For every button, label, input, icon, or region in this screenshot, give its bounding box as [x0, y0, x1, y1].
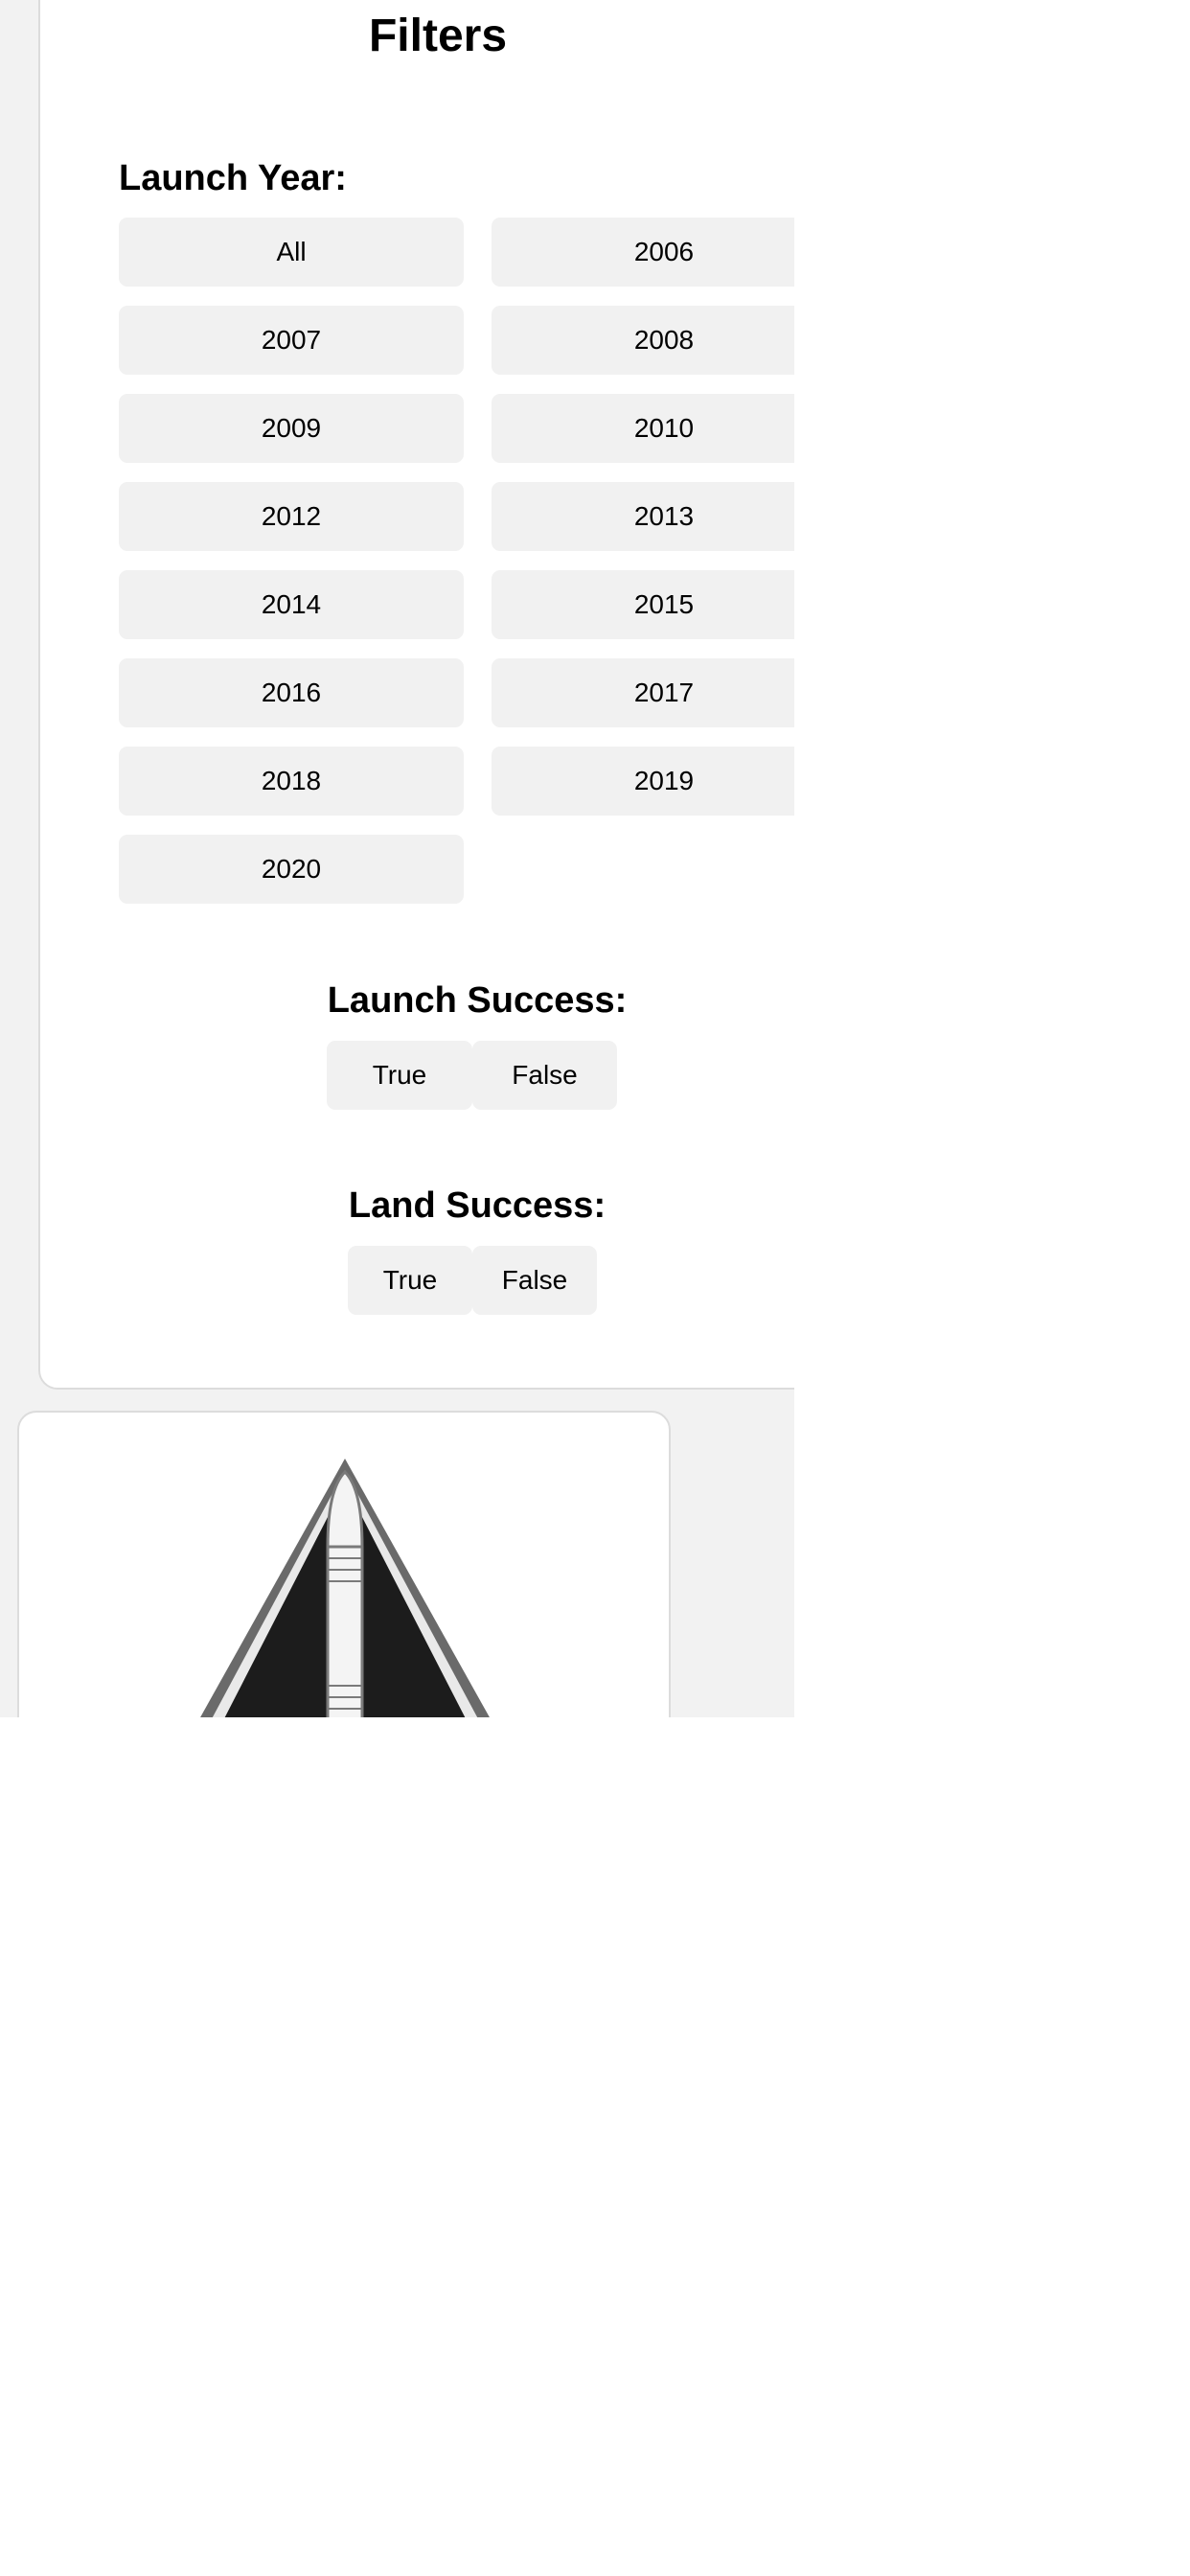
year-filter-2007-button[interactable]: 2007	[119, 306, 464, 375]
launch-year-label: Launch Year:	[119, 158, 347, 198]
year-filter-2006-button[interactable]: 2006	[492, 218, 794, 287]
year-filter-all-button[interactable]: All	[119, 218, 464, 287]
year-filter-2019-button[interactable]: 2019	[492, 747, 794, 816]
year-filter-2013-button[interactable]: 2013	[492, 482, 794, 551]
launch-success-true-button[interactable]: True	[327, 1041, 472, 1110]
year-filter-2015-button[interactable]: 2015	[492, 570, 794, 639]
year-filter-2010-button[interactable]: 2010	[492, 394, 794, 463]
rocket-mission-patch-icon	[200, 1459, 490, 1717]
year-filter-2008-button[interactable]: 2008	[492, 306, 794, 375]
land-success-label: Land Success:	[348, 1185, 606, 1226]
year-filter-2014-button[interactable]: 2014	[119, 570, 464, 639]
year-filter-2012-button[interactable]: 2012	[119, 482, 464, 551]
filters-title: Filters	[368, 11, 508, 61]
land-success-true-button[interactable]: True	[348, 1246, 472, 1315]
year-filter-2018-button[interactable]: 2018	[119, 747, 464, 816]
year-filter-2020-button[interactable]: 2020	[119, 835, 464, 904]
launch-card[interactable]	[17, 1411, 671, 1717]
year-filter-2017-button[interactable]: 2017	[492, 658, 794, 727]
launch-success-label: Launch Success:	[327, 980, 628, 1021]
year-filter-2016-button[interactable]: 2016	[119, 658, 464, 727]
filters-panel: Filters Launch Year: All 2006 2007 2008 …	[38, 0, 794, 1390]
app-viewport: Filters Launch Year: All 2006 2007 2008 …	[0, 0, 794, 1717]
launch-success-false-button[interactable]: False	[472, 1041, 617, 1110]
land-success-false-button[interactable]: False	[472, 1246, 597, 1315]
year-filter-2009-button[interactable]: 2009	[119, 394, 464, 463]
